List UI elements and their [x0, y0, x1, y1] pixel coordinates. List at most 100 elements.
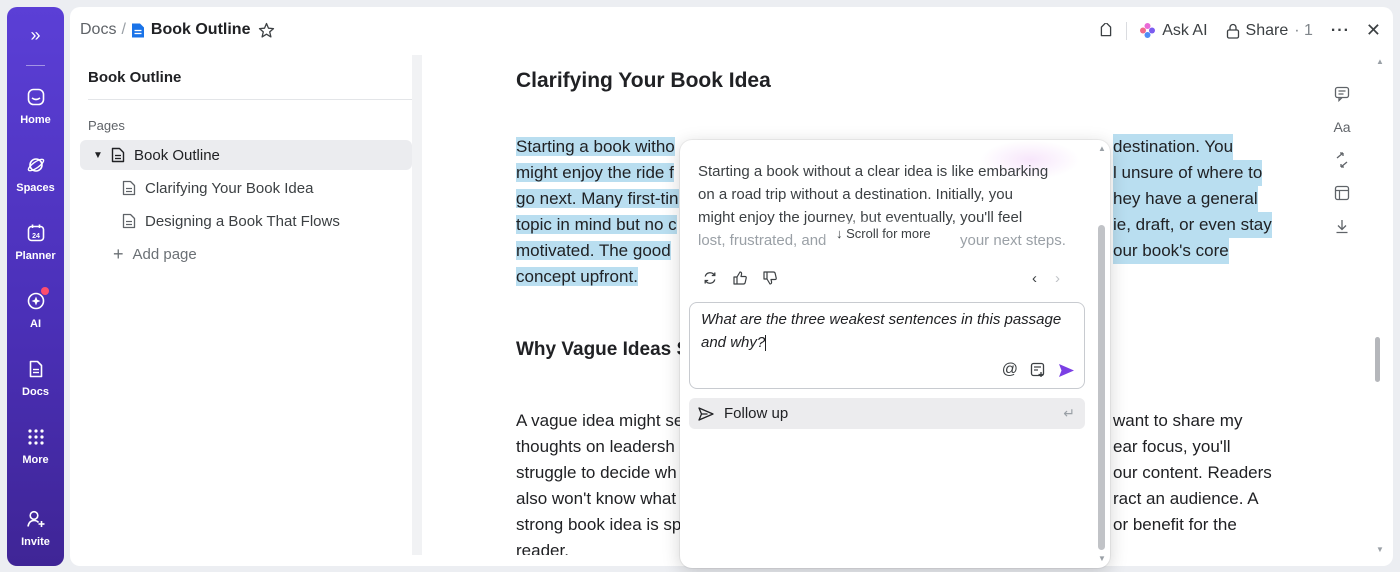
tree-item-designing[interactable]: Designing a Book That Flows — [80, 206, 412, 236]
rail-label-more: More — [22, 454, 49, 466]
doc-gutter — [412, 55, 422, 555]
ai-prompt-input[interactable]: What are the three weakest sentences in … — [689, 302, 1085, 389]
follow-up-label: Follow up — [724, 405, 789, 422]
ask-ai-label: Ask AI — [1162, 21, 1208, 39]
input-actions: @ — [1002, 361, 1075, 379]
rail-label-planner: Planner — [15, 250, 56, 262]
rail-item-more[interactable]: More — [7, 427, 64, 466]
send-icon[interactable] — [1058, 363, 1075, 378]
more-options-icon[interactable]: ··· — [1331, 22, 1350, 40]
download-icon[interactable] — [1324, 209, 1360, 242]
doc-toolbar: Aa — [1324, 77, 1360, 242]
follow-up-button[interactable]: Follow up ↵ — [689, 398, 1085, 429]
scroll-for-more-button[interactable]: ↓ Scroll for more — [828, 224, 939, 243]
para-line-right: hey have a general — [1113, 186, 1258, 212]
para-line: topic in mind but no c — [516, 215, 677, 234]
breadcrumb: Docs / Book Outline — [80, 21, 275, 39]
rail-divider — [26, 65, 45, 66]
mention-icon[interactable]: @ — [1002, 361, 1018, 379]
ask-ai-button[interactable]: Ask AI — [1139, 21, 1208, 40]
popup-scroll-down-icon[interactable]: ▼ — [1098, 554, 1106, 563]
doc-heading-1: Clarifying Your Book Idea — [516, 69, 771, 92]
share-button[interactable]: Share · 1 — [1226, 22, 1313, 40]
para-line: reader. — [516, 541, 569, 555]
tree-item-label: Book Outline — [134, 146, 220, 164]
doc-icon — [29, 360, 42, 378]
rail-label-invite: Invite — [21, 536, 50, 548]
rail-label-home: Home — [20, 114, 51, 126]
para-line-right: want to share my — [1113, 411, 1243, 430]
attach-doc-icon[interactable] — [1030, 362, 1046, 378]
response-line-end: your next steps. — [960, 232, 1066, 249]
response-line: on a road trip without a destination. In… — [698, 186, 1013, 203]
add-page-button[interactable]: + Add page — [80, 239, 412, 269]
rail-item-ai[interactable]: AI — [7, 287, 64, 330]
top-bar-actions: Ask AI Share · 1 ··· ✕ — [1098, 20, 1381, 41]
planet-icon — [27, 158, 44, 172]
response-nav: ‹ › — [1032, 270, 1060, 287]
tree-title: Book Outline — [88, 69, 182, 86]
para-line: motivated. The good — [516, 241, 671, 260]
para-line: go next. Many first-tin — [516, 189, 679, 208]
add-user-icon — [26, 510, 44, 527]
layout-icon[interactable] — [1324, 176, 1360, 209]
rail-item-invite[interactable]: Invite — [7, 509, 64, 548]
rail-item-planner[interactable]: 24 Planner — [7, 223, 64, 262]
ai-sparkle-icon — [1140, 23, 1156, 38]
share-label: Share — [1245, 21, 1289, 39]
top-bar: Docs / Book Outline Ask AI Share · 1 ···… — [70, 7, 1393, 55]
page-icon — [122, 213, 136, 229]
rail-item-spaces[interactable]: Spaces — [7, 155, 64, 194]
chevron-left-icon[interactable]: ‹ — [1032, 270, 1037, 287]
popup-scroll-up-icon[interactable]: ▲ — [1098, 144, 1106, 153]
tag-icon[interactable] — [1098, 22, 1114, 39]
para-line: struggle to decide wh — [516, 463, 677, 482]
thumbs-up-icon[interactable] — [732, 270, 748, 286]
pages-heading: Pages — [88, 118, 125, 133]
thumbs-down-icon[interactable] — [762, 270, 778, 286]
rail-item-home[interactable]: Home — [7, 87, 64, 126]
doc-scrollbar[interactable] — [1375, 337, 1380, 382]
plus-icon: + — [113, 244, 124, 264]
calendar-icon: 24 — [27, 224, 44, 242]
enter-key-icon: ↵ — [1063, 405, 1075, 421]
para-line-right: ract an audience. A — [1113, 489, 1259, 508]
caret-down-icon[interactable]: ▼ — [93, 150, 103, 161]
close-icon[interactable]: ✕ — [1366, 20, 1381, 41]
para-line-right: ie, draft, or even stay — [1113, 212, 1272, 238]
popup-scrollbar[interactable] — [1098, 225, 1105, 550]
divider — [1126, 21, 1128, 40]
para-line-right: destination. You — [1113, 134, 1234, 160]
response-line: Starting a book without a clear idea is … — [698, 163, 1049, 180]
para-line-right: or benefit for the — [1113, 515, 1237, 534]
calendar-badge: 24 — [32, 233, 40, 240]
para-line: thoughts on leadersh — [516, 437, 675, 456]
response-line: lost, frustrated, and — [698, 232, 827, 249]
para-line-right: our book's core — [1113, 238, 1229, 264]
lock-icon — [1226, 23, 1239, 39]
star-icon[interactable] — [258, 22, 275, 39]
rail-item-docs[interactable]: Docs — [7, 359, 64, 398]
breadcrumb-docs[interactable]: Docs — [80, 21, 116, 39]
chevron-right-icon[interactable]: › — [1055, 270, 1060, 287]
page-icon — [111, 147, 125, 163]
doc-title[interactable]: Book Outline — [151, 21, 251, 39]
chevrons-right-icon[interactable]: » — [7, 25, 64, 46]
share-count: · 1 — [1294, 21, 1313, 39]
prompt-text[interactable]: What are the three weakest sentences in … — [701, 308, 1071, 354]
breadcrumb-separator: / — [121, 21, 126, 38]
scroll-up-icon[interactable]: ▲ — [1376, 57, 1384, 66]
page-icon — [122, 180, 136, 196]
send-outline-icon — [698, 406, 714, 421]
comment-icon[interactable] — [1324, 77, 1360, 110]
left-rail: » Home Spaces 24 Planner AI Docs More In… — [7, 7, 64, 566]
refresh-icon[interactable] — [1324, 143, 1360, 176]
tree-item-book-outline[interactable]: ▼ Book Outline — [80, 140, 412, 170]
tree-item-clarifying[interactable]: Clarifying Your Book Idea — [80, 173, 412, 203]
text-style-button[interactable]: Aa — [1324, 110, 1360, 143]
notification-dot — [41, 287, 49, 295]
regenerate-icon[interactable] — [702, 270, 718, 286]
scroll-down-icon[interactable]: ▼ — [1376, 545, 1384, 554]
home-icon — [27, 88, 44, 106]
para-line-right: our content. Readers — [1113, 463, 1272, 482]
